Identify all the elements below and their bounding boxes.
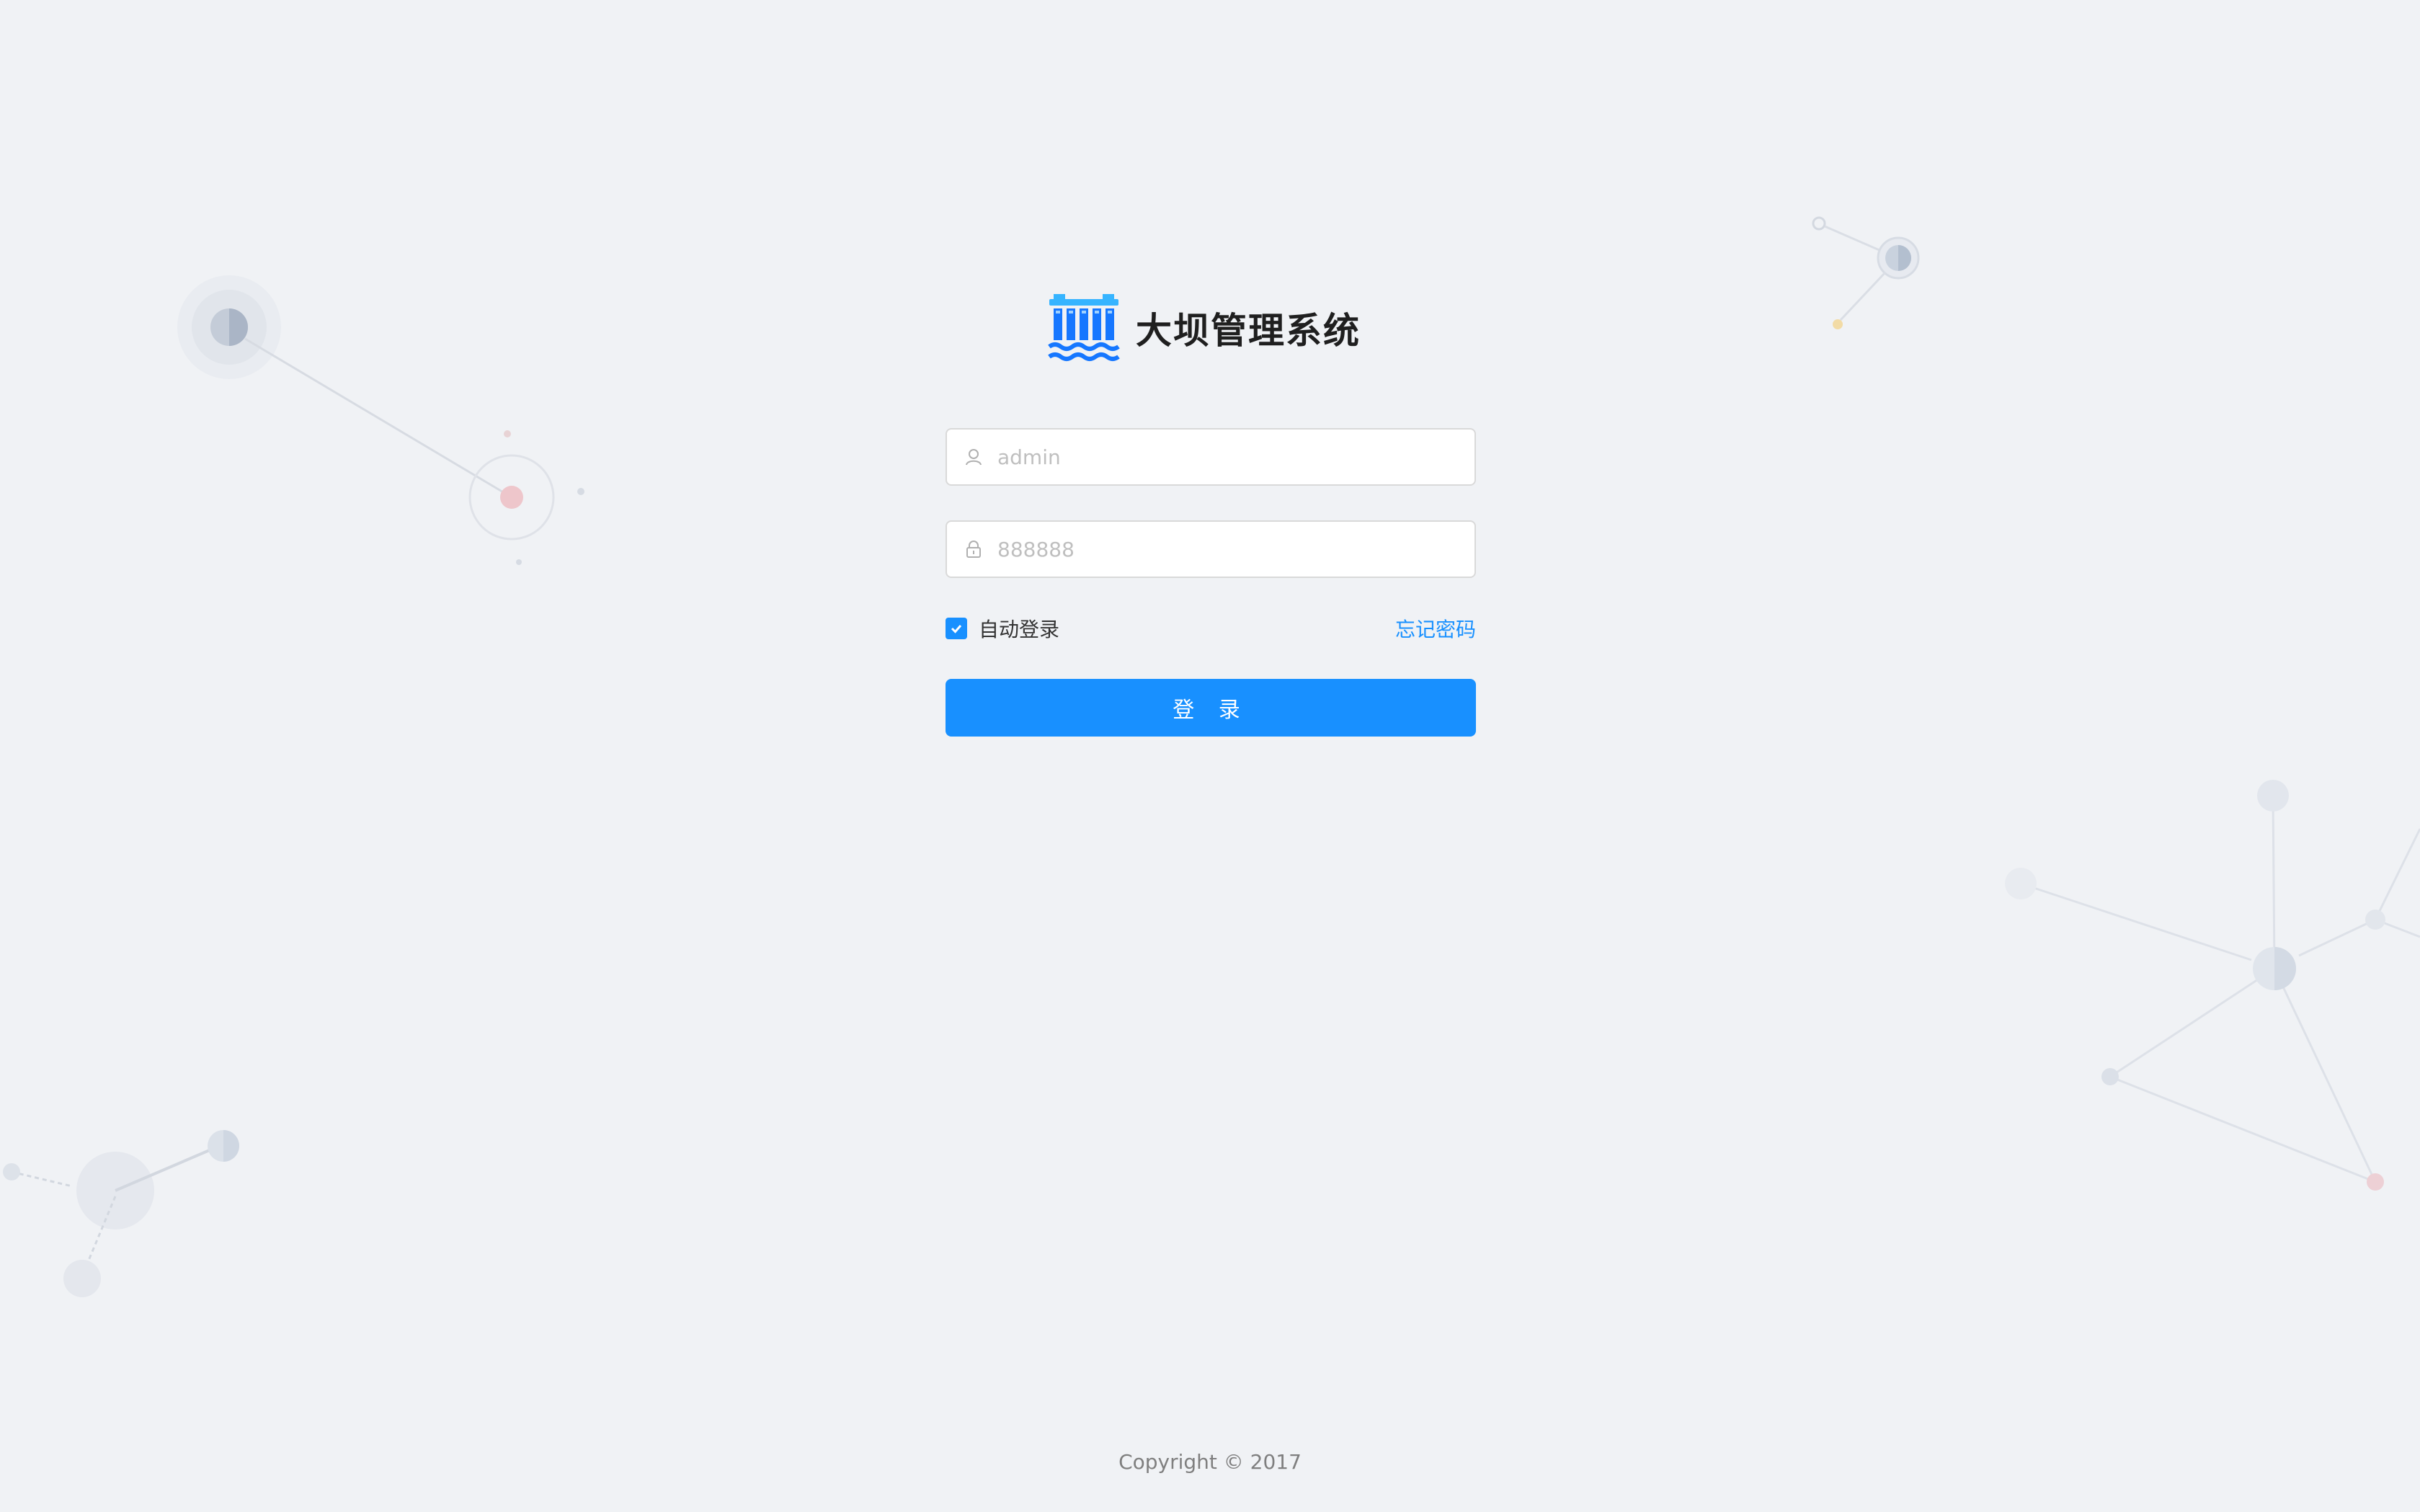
username-field[interactable] (946, 428, 1476, 486)
password-field[interactable] (946, 520, 1476, 578)
dam-icon (1048, 294, 1120, 361)
auto-login-label: 自动登录 (979, 618, 1060, 641)
check-icon (951, 625, 962, 633)
background-decoration (3, 216, 2420, 1297)
lock-icon (966, 541, 981, 558)
app-title: 大坝管理系统 (1136, 310, 1361, 352)
username-input[interactable] (996, 435, 1460, 479)
auto-login-toggle[interactable]: 自动登录 (946, 614, 1059, 643)
forgot-password-link[interactable]: 忘记密码 (1395, 614, 1476, 643)
login-button[interactable]: 登 录 (946, 679, 1476, 737)
auto-login-checkbox[interactable] (946, 618, 967, 639)
login-options: 自动登录 忘记密码 (946, 613, 1476, 644)
password-input[interactable] (996, 527, 1460, 572)
login-page: 大坝管理系统 自动登录 (0, 0, 2420, 1512)
copyright-footer: Copyright © 2017 (1118, 1450, 1302, 1474)
brand-header: 大坝管理系统 (1048, 288, 1361, 368)
user-icon (966, 449, 982, 466)
